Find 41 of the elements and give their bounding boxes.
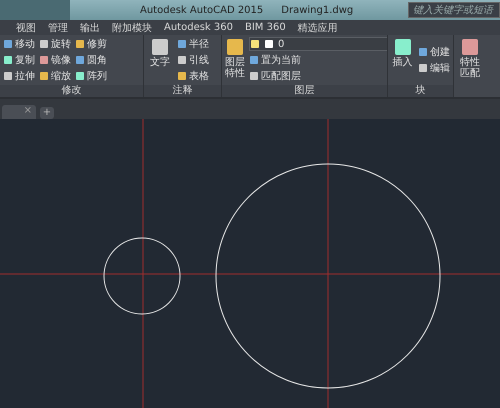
ribbon-tool[interactable]: 拉伸	[3, 69, 35, 83]
ribbon-big-tool[interactable]: 图层特性	[225, 37, 245, 83]
ribbon-tab[interactable]: 管理	[48, 20, 68, 34]
ribbon-tool[interactable]: 圆角	[75, 53, 107, 67]
ribbon-tab[interactable]: BIM 360	[244, 22, 286, 33]
ribbon-tab[interactable]: 输出	[80, 20, 100, 34]
ribbon-tool[interactable]: 置为当前	[249, 53, 387, 67]
ribbon-big-tool[interactable]: 插入	[391, 37, 414, 83]
tool-icon	[150, 37, 170, 57]
ribbon-tool[interactable]: 编辑	[418, 61, 450, 75]
file-title: Drawing1.dwg	[281, 4, 354, 16]
tool-icon	[225, 37, 245, 57]
ribbon-tool[interactable]: 创建	[418, 45, 450, 59]
new-tab-button[interactable]: +	[40, 107, 54, 119]
ribbon-tab[interactable]: 视图	[16, 20, 36, 34]
window-title: Autodesk AutoCAD 2015	[140, 4, 264, 16]
panel-title[interactable]: 修改	[0, 85, 143, 97]
tool-icon	[392, 37, 412, 57]
ribbon-tool[interactable]: 复制	[3, 53, 35, 67]
panel-title[interactable]: 图层	[222, 85, 387, 97]
ribbon-tool[interactable]: 缩放	[39, 69, 71, 83]
ribbon-tab[interactable]: 精选应用	[298, 20, 338, 34]
ribbon-big-tool[interactable]: 文字	[147, 37, 173, 83]
ribbon-tool[interactable]: 引线	[177, 53, 209, 67]
ribbon-tool[interactable]: 移动	[3, 37, 35, 51]
ribbon-tool[interactable]: 镜像	[39, 53, 71, 67]
panel-title[interactable]: 块	[388, 85, 453, 97]
ribbon-tool[interactable]: 旋转	[39, 37, 71, 51]
layer-dropdown[interactable]: 0	[249, 37, 387, 51]
ribbon-tool[interactable]: 阵列	[75, 69, 107, 83]
search-field[interactable]: 键入关键字或短语	[408, 2, 500, 18]
ribbon-big-tool[interactable]: 特性匹配	[457, 37, 483, 95]
ribbon-tool[interactable]: 匹配图层	[249, 69, 387, 83]
tool-icon	[460, 37, 480, 57]
ribbon-tab[interactable]: Autodesk 360	[164, 22, 233, 33]
ribbon-tab[interactable]: 附加模块	[112, 20, 152, 34]
ribbon-tool[interactable]: 表格	[177, 69, 209, 83]
quick-access-toolbar[interactable]	[0, 0, 70, 20]
ribbon-tool[interactable]: 修剪	[75, 37, 107, 51]
panel-title[interactable]: 注释	[144, 85, 221, 97]
ribbon-tool[interactable]: 半径	[177, 37, 209, 51]
